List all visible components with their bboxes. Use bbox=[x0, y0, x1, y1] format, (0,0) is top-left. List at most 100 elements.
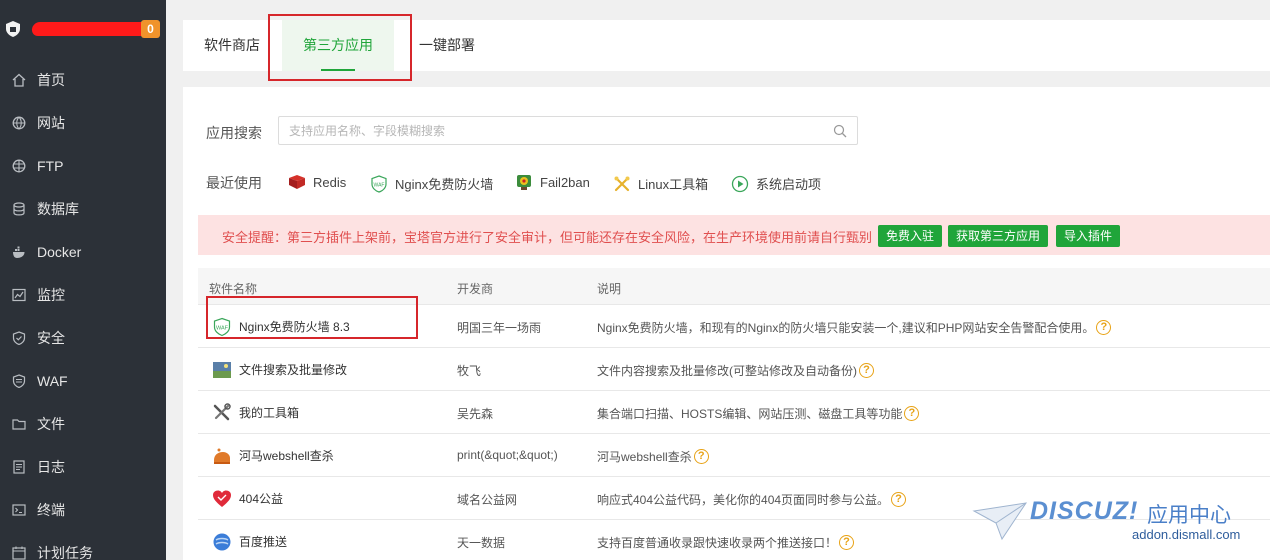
cell-description: 响应式404公益代码，美化你的404页面同时参与公益。 ? bbox=[597, 491, 907, 508]
app-name: 404公益 bbox=[239, 492, 284, 506]
sidebar-item-terminal[interactable]: 终端 bbox=[0, 488, 166, 531]
description-text: 响应式404公益代码，美化你的404页面同时参与公益。 bbox=[597, 493, 890, 507]
cell-description: 集合端口扫描、HOSTS编辑、网站压测、磁盘工具等功能 ? bbox=[597, 405, 920, 422]
app-name: 百度推送 bbox=[239, 535, 288, 549]
recent-item-nginx-waf[interactable]: WAF Nginx免费防火墙 bbox=[370, 174, 493, 193]
sidebar-header: 0 bbox=[0, 0, 166, 58]
schedule-icon bbox=[12, 546, 26, 560]
sidebar-item-cron[interactable]: 计划任务 bbox=[0, 531, 166, 560]
annotation-highlight-row bbox=[206, 296, 418, 339]
sidebar-item-docker[interactable]: Docker bbox=[0, 230, 166, 273]
recent-item-label: Fail2ban bbox=[540, 174, 590, 190]
sidebar-item-files[interactable]: 文件 bbox=[0, 402, 166, 445]
sidebar-item-website[interactable]: 网站 bbox=[0, 101, 166, 144]
help-icon[interactable]: ? bbox=[891, 492, 907, 507]
sidebar: 0 首页 网站 FTP 数据库 Docker 监控 安全 WAF 文件 日志 终… bbox=[0, 0, 166, 560]
ftp-globe-icon bbox=[12, 159, 26, 173]
cell-name: 河马webshell查杀 bbox=[212, 434, 334, 477]
col-header-description[interactable]: 说明 bbox=[597, 280, 621, 297]
heart-icon bbox=[212, 489, 232, 509]
sidebar-item-label: 终端 bbox=[37, 501, 65, 518]
recent-item-label: Redis bbox=[313, 174, 347, 190]
cell-name: 百度推送 bbox=[212, 520, 287, 560]
shield-icon bbox=[12, 330, 26, 345]
table-row[interactable]: 文件搜索及批量修改 牧飞 文件内容搜索及批量修改(可整站修改及自动备份) ? bbox=[198, 348, 1270, 391]
recent-item-label: Nginx免费防火墙 bbox=[395, 177, 494, 192]
sidebar-item-home[interactable]: 首页 bbox=[0, 58, 166, 101]
waf-shield-icon bbox=[12, 373, 26, 388]
sidebar-item-ftp[interactable]: FTP bbox=[0, 144, 166, 187]
table-row[interactable]: 我的工具箱 吴先森 集合端口扫描、HOSTS编辑、网站压测、磁盘工具等功能 ? bbox=[198, 391, 1270, 434]
fail2ban-icon bbox=[515, 174, 533, 190]
cell-developer: 天一数据 bbox=[457, 536, 506, 550]
sidebar-item-label: 数据库 bbox=[37, 200, 79, 217]
cell-description: 支持百度普通收录跟快速收录两个推送接口！ ? bbox=[597, 534, 855, 551]
recent-item-startup[interactable]: 系统启动项 bbox=[731, 174, 821, 193]
help-icon[interactable]: ? bbox=[1096, 320, 1112, 335]
globe-icon bbox=[12, 116, 26, 130]
description-text: 支持百度普通收录跟快速收录两个推送接口！ bbox=[597, 536, 838, 550]
sidebar-menu: 首页 网站 FTP 数据库 Docker 监控 安全 WAF 文件 日志 终端 … bbox=[0, 58, 166, 560]
help-icon[interactable]: ? bbox=[859, 363, 874, 378]
app-name: 我的工具箱 bbox=[239, 406, 300, 420]
sidebar-item-waf[interactable]: WAF bbox=[0, 359, 166, 402]
waf-icon: WAF bbox=[370, 174, 388, 193]
terminal-icon bbox=[12, 503, 26, 517]
sidebar-item-label: 计划任务 bbox=[37, 544, 93, 560]
description-text: 集合端口扫描、HOSTS编辑、网站压测、磁盘工具等功能 bbox=[597, 407, 903, 421]
cell-description: 河马webshell查杀 ? bbox=[597, 448, 709, 465]
import-plugin-button[interactable]: 导入插件 bbox=[1056, 225, 1121, 247]
get-third-party-button[interactable]: 获取第三方应用 bbox=[948, 225, 1049, 247]
logo-icon bbox=[6, 21, 20, 37]
toolbox-icon bbox=[212, 402, 232, 423]
sidebar-item-label: 安全 bbox=[37, 329, 65, 346]
recent-item-redis[interactable]: Redis bbox=[288, 174, 346, 190]
cell-developer: 域名公益网 bbox=[457, 493, 518, 507]
annotation-highlight-tab bbox=[268, 14, 412, 81]
recent-item-linux-toolbox[interactable]: Linux工具箱 bbox=[613, 174, 708, 193]
sidebar-item-label: 首页 bbox=[37, 71, 65, 88]
sidebar-item-database[interactable]: 数据库 bbox=[0, 187, 166, 230]
home-icon bbox=[12, 73, 26, 87]
watermark-title: DISCUZ! bbox=[1030, 497, 1139, 525]
col-header-name[interactable]: 软件名称 bbox=[209, 280, 257, 297]
database-icon bbox=[12, 201, 26, 216]
help-icon[interactable]: ? bbox=[904, 406, 920, 421]
help-icon[interactable]: ? bbox=[839, 535, 855, 550]
tab-one-click-deploy[interactable]: 一键部署 bbox=[419, 20, 475, 71]
free-join-button[interactable]: 免费入驻 bbox=[878, 225, 943, 247]
sidebar-item-security[interactable]: 安全 bbox=[0, 316, 166, 359]
help-icon[interactable]: ? bbox=[693, 449, 709, 464]
sidebar-item-label: 网站 bbox=[37, 114, 65, 131]
description-text: 河马webshell查杀 bbox=[597, 450, 692, 464]
paper-plane-icon bbox=[972, 502, 1028, 541]
notification-badge[interactable]: 0 bbox=[141, 20, 160, 38]
alert-text: 安全提醒：第三方插件上架前，宝塔官方进行了安全审计，但可能还存在安全风险，在生产… bbox=[222, 230, 873, 245]
baidu-push-icon bbox=[212, 532, 232, 552]
file-search-icon bbox=[212, 360, 232, 380]
table-row[interactable]: 河马webshell查杀 print(&quot;&quot;) 河马websh… bbox=[198, 434, 1270, 477]
cell-developer: 吴先森 bbox=[457, 407, 494, 421]
search-input[interactable] bbox=[279, 117, 819, 144]
log-icon bbox=[12, 459, 26, 474]
tab-software-store[interactable]: 软件商店 bbox=[204, 20, 260, 71]
redacted-server-name bbox=[31, 22, 151, 36]
svg-text:WAF: WAF bbox=[374, 182, 385, 188]
sidebar-item-logs[interactable]: 日志 bbox=[0, 445, 166, 488]
col-header-developer[interactable]: 开发商 bbox=[457, 280, 493, 297]
cell-description: 文件内容搜索及批量修改(可整站修改及自动备份) ? bbox=[597, 362, 874, 379]
search-icon[interactable] bbox=[833, 124, 847, 138]
search-label: 应用搜索 bbox=[206, 125, 262, 141]
sidebar-item-label: WAF bbox=[37, 372, 68, 389]
play-icon bbox=[731, 175, 749, 192]
cell-developer: 明国三年一场雨 bbox=[457, 321, 542, 335]
docker-icon bbox=[12, 245, 26, 259]
sidebar-item-label: FTP bbox=[37, 157, 64, 174]
sidebar-item-label: Docker bbox=[37, 243, 82, 260]
recent-item-label: 系统启动项 bbox=[756, 177, 822, 192]
monitor-icon bbox=[12, 288, 26, 302]
recent-item-fail2ban[interactable]: Fail2ban bbox=[515, 174, 590, 190]
app-name: 河马webshell查杀 bbox=[239, 449, 334, 463]
sidebar-item-monitor[interactable]: 监控 bbox=[0, 273, 166, 316]
search-box bbox=[278, 116, 858, 145]
